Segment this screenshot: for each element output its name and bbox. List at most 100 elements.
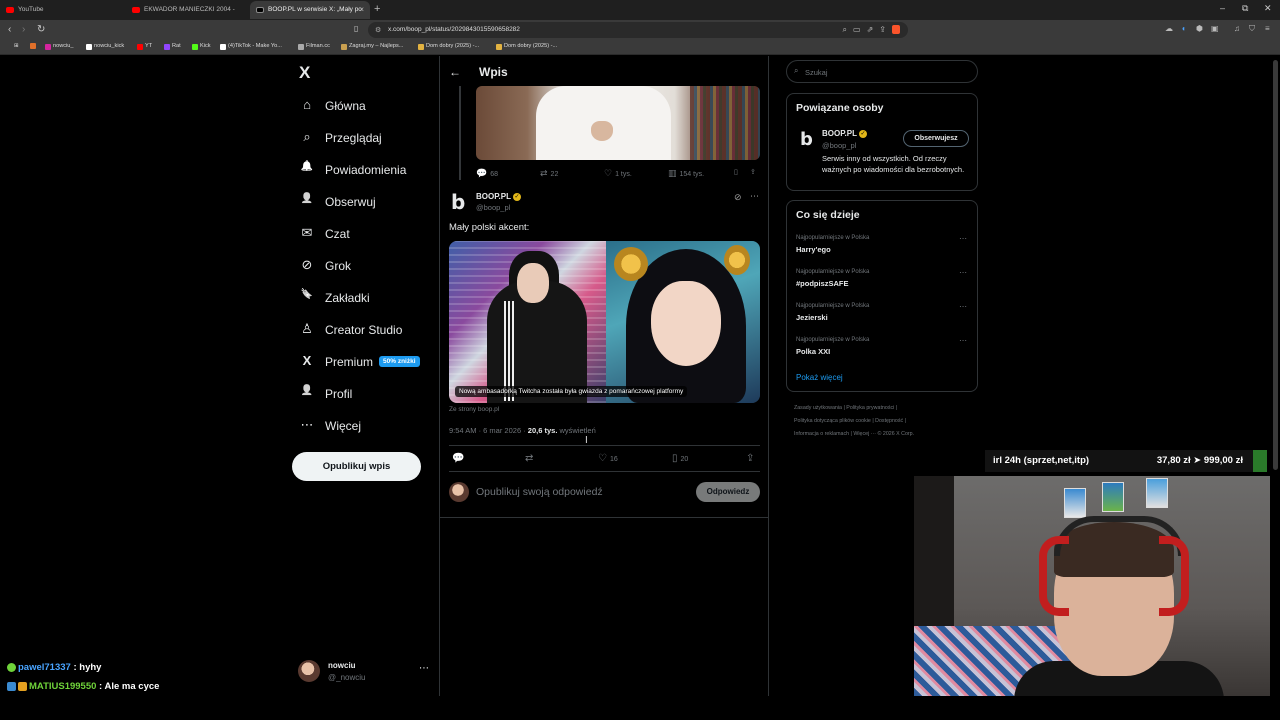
back-icon[interactable]: ‹: [8, 24, 11, 35]
footer-links[interactable]: Polityka dotycząca plików cookie | Dostę…: [794, 418, 906, 424]
nav-label: Więcej: [325, 419, 362, 433]
more-options-icon[interactable]: ⋯: [959, 336, 967, 345]
trend-item[interactable]: #podpiszSAFE: [796, 279, 849, 288]
more-options-icon[interactable]: ⋯: [959, 302, 967, 311]
extension-icon[interactable]: ◖: [1181, 24, 1186, 33]
share-icon[interactable]: ⇪: [750, 168, 756, 176]
bookmark-page-icon[interactable]: ▯: [354, 24, 358, 33]
post-meta: 9:54 AM · 6 mar 2026 · 20,6 tys. wyświet…: [449, 426, 596, 435]
bookmark-item[interactable]: Zagraj.my – Najleps...: [341, 43, 403, 50]
apps-icon[interactable]: ⊞: [6, 43, 19, 49]
site-info-icon[interactable]: ⚙: [375, 26, 381, 34]
new-tab-button[interactable]: +: [374, 3, 380, 15]
grok-icon[interactable]: ⊘: [734, 192, 742, 203]
close-window-button[interactable]: ✕: [1264, 3, 1272, 14]
repost-action[interactable]: ⇄ 22: [540, 168, 558, 179]
reply-action[interactable]: 💬 68: [476, 168, 498, 179]
tab-ekwador[interactable]: EKWADOR MANIECZKI 2004 -: [126, 1, 248, 19]
more-options-icon[interactable]: ⋯: [419, 663, 429, 674]
url-field[interactable]: ⚙ x.com/boop_pl/status/20298430155906582…: [368, 22, 908, 38]
more-options-icon[interactable]: ⋯: [750, 191, 759, 202]
nav-label: Czat: [325, 227, 350, 241]
bookmark-item[interactable]: nowciu_kick: [86, 43, 124, 50]
restore-button[interactable]: ⧉: [1242, 3, 1248, 14]
bookmark-folder-icon[interactable]: [30, 43, 36, 51]
footer-links[interactable]: Informacja o reklamach | Więcej ··· © 20…: [794, 431, 914, 437]
trend-item[interactable]: Jezierski: [796, 313, 828, 322]
bookmark-item[interactable]: nowciu_: [45, 43, 74, 50]
author-handle[interactable]: @boop_pl: [476, 203, 510, 212]
account-handle: @_nowciu: [328, 673, 366, 682]
related-handle[interactable]: @boop_pl: [822, 141, 856, 150]
bookmark-item[interactable]: (4)TikTok - Make Yo...: [220, 43, 282, 50]
minimize-button[interactable]: –: [1220, 3, 1225, 13]
reload-icon[interactable]: ↻: [37, 24, 45, 35]
avatar: [449, 482, 469, 502]
chat-username: MATIUS199550: [29, 681, 97, 692]
bookmark-item[interactable]: YT: [137, 43, 152, 50]
post-image[interactable]: Nową ambasadorką Twitcha została była gw…: [449, 241, 760, 403]
bookmark-item[interactable]: Filman.cc: [298, 43, 330, 50]
creator-icon: ♙: [301, 321, 313, 336]
bookmark-item[interactable]: Kick: [192, 43, 211, 50]
wallet-icon[interactable]: ⛉: [1249, 24, 1255, 34]
nav-label: Grok: [325, 259, 352, 273]
account-name: nowciu: [328, 661, 356, 670]
verified-badge-icon: ✓: [858, 129, 867, 138]
nav-label: Główna: [325, 99, 366, 113]
views-action[interactable]: ▥ 154 tys.: [668, 168, 704, 179]
trend-item[interactable]: Harry'ego: [796, 245, 831, 254]
badge-icon: [7, 681, 16, 691]
image-left-panel: [449, 241, 606, 403]
author-avatar[interactable]: b: [451, 192, 469, 212]
post-button[interactable]: Opublikuj wpis: [292, 452, 421, 481]
nav-label: Obserwuj: [325, 195, 376, 209]
more-options-icon[interactable]: ⋯: [959, 234, 967, 243]
bookmark-button[interactable]: ▯ 20: [672, 453, 688, 464]
trend-item[interactable]: Polka XXI: [796, 347, 830, 356]
author-name[interactable]: BOOP.PL ✓: [476, 192, 521, 201]
following-button[interactable]: Obserwujesz: [903, 130, 969, 147]
account-switcher[interactable]: nowciu @_nowciu ⋯: [298, 658, 433, 686]
tab-boop[interactable]: BOOP.PL w serwisie X: „Mały po ×: [250, 1, 370, 19]
x-logo-icon[interactable]: X: [299, 63, 310, 83]
scrollbar[interactable]: [1273, 60, 1278, 470]
related-name[interactable]: BOOP.PL ✓: [822, 129, 867, 138]
bookmark-icon[interactable]: ▯: [734, 168, 738, 176]
verified-badge-icon: ✓: [512, 192, 521, 201]
search-input[interactable]: ⌕ Szukaj: [786, 60, 978, 83]
related-bio: Serwis inny od wszystkich. Od rzeczy waż…: [822, 154, 965, 174]
bookmark-item[interactable]: Dom dobry (2025) -...: [496, 43, 557, 50]
back-arrow-icon[interactable]: ←: [449, 65, 461, 79]
like-button[interactable]: ♡ 16: [598, 453, 618, 464]
extension-icon[interactable]: ⬢: [1196, 24, 1203, 33]
reply-button[interactable]: 💬: [452, 453, 467, 464]
previous-post-image[interactable]: [476, 86, 760, 160]
menu-icon[interactable]: ≡: [1265, 24, 1270, 33]
show-more-link[interactable]: Pokaż więcej: [796, 373, 843, 382]
url-action-icons[interactable]: ⌕▭⇗⇪: [843, 25, 900, 35]
reply-submit-button[interactable]: Odpowiedz: [696, 482, 760, 502]
footer-links[interactable]: Zasady użytkowania | Polityka prywatnośc…: [794, 405, 897, 411]
close-tab-icon[interactable]: ×: [359, 5, 364, 14]
trend-context: Najpopularniejsze w Polska: [796, 269, 870, 275]
forward-icon[interactable]: ›: [22, 24, 25, 35]
share-button[interactable]: ⇪: [746, 453, 754, 464]
badge-icon: [18, 681, 27, 691]
tab-youtube[interactable]: YouTube: [0, 1, 125, 19]
media-icon[interactable]: ♫: [1234, 24, 1240, 33]
bookmark-item[interactable]: Rat: [164, 43, 181, 50]
brave-shield-icon: [892, 25, 900, 35]
more-options-icon[interactable]: ⋯: [959, 268, 967, 277]
reply-icon: 💬: [452, 453, 465, 464]
extension-icon[interactable]: ▣: [1211, 24, 1219, 33]
like-action[interactable]: ♡ 1 tys.: [604, 168, 632, 179]
repost-button[interactable]: ⇄: [525, 453, 536, 464]
repost-icon: ⇄: [540, 168, 548, 178]
reply-icon: 💬: [476, 168, 488, 178]
reply-input[interactable]: Opublikuj swoją odpowiedź: [476, 486, 603, 498]
link-source[interactable]: Ze strony boop.pl: [449, 406, 499, 413]
related-avatar[interactable]: b: [800, 129, 813, 150]
extension-icon[interactable]: ☁: [1165, 24, 1173, 33]
bookmark-item[interactable]: Dom dobry (2025) -...: [418, 43, 479, 50]
